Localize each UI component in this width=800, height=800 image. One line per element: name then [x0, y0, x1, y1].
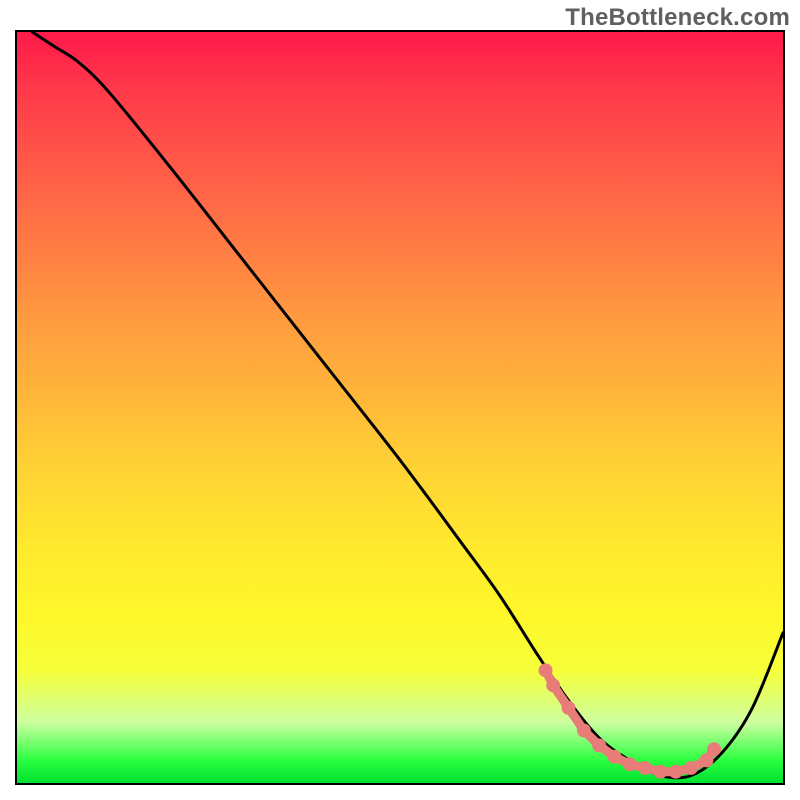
highlight-stroke	[546, 670, 715, 771]
bottleneck-curve	[32, 32, 783, 778]
plot-area	[15, 30, 785, 785]
chart-svg	[17, 32, 783, 783]
watermark-text: TheBottleneck.com	[565, 4, 790, 32]
chart-frame: TheBottleneck.com	[0, 0, 800, 800]
